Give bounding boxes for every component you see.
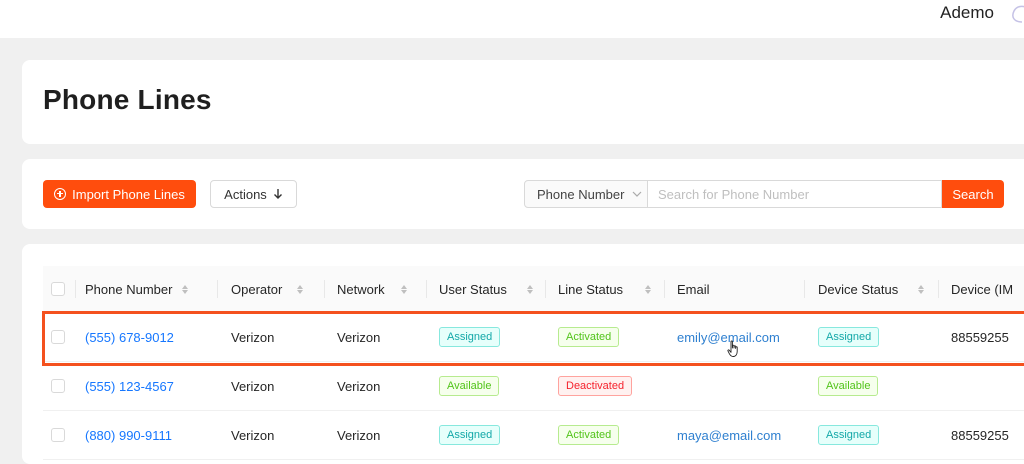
- table-row[interactable]: (880) 990-9111 Verizon Verizon Assigned …: [43, 411, 1024, 460]
- actions-button[interactable]: Actions: [210, 180, 297, 208]
- search-button[interactable]: Search: [942, 180, 1004, 208]
- toolbar-card: Import Phone Lines Actions Phone Number …: [22, 159, 1024, 229]
- import-phone-lines-button[interactable]: Import Phone Lines: [43, 180, 196, 208]
- column-header-network[interactable]: Network: [337, 266, 407, 312]
- top-bar: Ademo: [0, 0, 1024, 38]
- device-cell: 88559255: [951, 329, 1009, 345]
- plus-circle-icon: [54, 188, 67, 200]
- column-header-phone-number[interactable]: Phone Number: [85, 266, 189, 312]
- phone-number-link[interactable]: (555) 678-9012: [85, 313, 174, 361]
- sort-icon[interactable]: [918, 284, 925, 294]
- search-group: Phone Number Search: [524, 180, 1004, 208]
- column-header-label: Device (IM: [951, 281, 1014, 297]
- device-status-badge: Assigned: [818, 327, 880, 347]
- table-row[interactable]: (555) 123-4567 Verizon Verizon Available…: [43, 362, 1024, 411]
- import-phone-lines-label: Import Phone Lines: [72, 186, 185, 202]
- chevron-down-icon: [633, 191, 642, 197]
- sort-icon[interactable]: [297, 284, 304, 294]
- device-status-badge: Assigned: [818, 425, 880, 445]
- column-header-label: User Status: [439, 281, 507, 297]
- column-header-line-status[interactable]: Line Status: [558, 266, 652, 312]
- line-status-badge: Deactivated: [558, 376, 633, 396]
- operator-cell: Verizon: [231, 378, 275, 394]
- column-separator: [217, 280, 218, 298]
- operator-cell: Verizon: [231, 329, 275, 345]
- sort-icon[interactable]: [526, 284, 533, 294]
- row-checkbox[interactable]: [51, 379, 65, 393]
- device-cell: 88559255: [951, 427, 1009, 443]
- column-header-label: Line Status: [558, 281, 624, 297]
- column-header-email: Email: [677, 266, 710, 312]
- table-header: Phone Number Operator Network User Statu…: [43, 266, 1024, 313]
- phone-number-link[interactable]: (880) 990-9111: [85, 411, 172, 459]
- column-separator: [426, 280, 427, 298]
- email-link[interactable]: maya@email.com: [677, 411, 781, 459]
- column-separator: [324, 280, 325, 298]
- sort-icon[interactable]: [645, 284, 652, 294]
- operator-cell: Verizon: [231, 427, 275, 443]
- search-field-select[interactable]: Phone Number: [524, 180, 648, 208]
- phone-number-link[interactable]: (555) 123-4567: [85, 362, 174, 410]
- user-avatar-icon[interactable]: [1008, 2, 1024, 24]
- row-checkbox[interactable]: [51, 428, 65, 442]
- table-row[interactable]: (555) 678-9012 Verizon Verizon Assigned …: [43, 313, 1024, 362]
- hand-cursor-icon: [727, 340, 738, 357]
- column-separator: [545, 280, 546, 298]
- phone-lines-table: Phone Number Operator Network User Statu…: [43, 266, 1024, 460]
- line-status-badge: Activated: [558, 327, 620, 347]
- table-card: Phone Number Operator Network User Statu…: [22, 244, 1024, 464]
- column-header-label: Phone Number: [85, 281, 173, 297]
- search-field-value: Phone Number: [537, 186, 625, 202]
- column-separator: [804, 280, 805, 298]
- column-header-operator[interactable]: Operator: [231, 266, 304, 312]
- sort-icon[interactable]: [400, 284, 407, 294]
- user-status-badge: Available: [439, 376, 500, 396]
- network-cell: Verizon: [337, 329, 381, 345]
- search-input[interactable]: [648, 180, 942, 208]
- title-card: Phone Lines: [22, 60, 1024, 144]
- column-separator: [75, 280, 76, 298]
- column-separator: [664, 280, 665, 298]
- device-status-badge: Available: [818, 376, 879, 396]
- column-header-label: Network: [337, 281, 385, 297]
- network-cell: Verizon: [337, 378, 381, 394]
- user-name[interactable]: Ademo: [940, 3, 994, 23]
- select-all-checkbox[interactable]: [51, 282, 65, 296]
- column-header-user-status[interactable]: User Status: [439, 266, 533, 312]
- row-checkbox[interactable]: [51, 330, 65, 344]
- user-status-badge: Assigned: [439, 327, 501, 347]
- sort-icon[interactable]: [182, 284, 189, 294]
- line-status-badge: Activated: [558, 425, 620, 445]
- column-separator: [938, 280, 939, 298]
- network-cell: Verizon: [337, 427, 381, 443]
- actions-label: Actions: [224, 186, 267, 202]
- arrow-down-icon: [273, 189, 282, 199]
- column-header-label: Operator: [231, 281, 283, 297]
- user-status-badge: Assigned: [439, 425, 501, 445]
- page-title: Phone Lines: [43, 84, 212, 115]
- column-header-device[interactable]: Device (IM: [951, 266, 1013, 312]
- column-header-label: Email: [677, 281, 710, 297]
- column-header-label: Device Status: [818, 281, 899, 297]
- column-header-device-status[interactable]: Device Status: [818, 266, 925, 312]
